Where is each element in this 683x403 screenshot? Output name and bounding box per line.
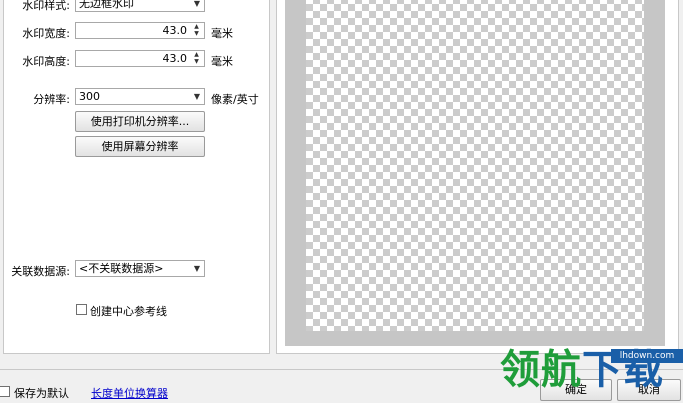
watermark-height-label: 水印高度: <box>22 55 70 68</box>
watermark-style-label: 水印样式: <box>22 0 70 12</box>
use-screen-resolution-button[interactable]: 使用屏幕分辨率 <box>75 136 205 157</box>
watermark-style-select[interactable]: 无边框水印 ▼ <box>75 0 205 12</box>
use-printer-resolution-button[interactable]: 使用打印机分辨率... <box>75 111 205 132</box>
data-source-select[interactable]: <不关联数据源> ▼ <box>75 260 205 277</box>
data-source-value: <不关联数据源> <box>79 262 164 275</box>
data-source-label: 关联数据源: <box>11 265 70 278</box>
watermark-style-value: 无边框水印 <box>79 0 134 10</box>
watermark-width-label: 水印宽度: <box>22 27 70 40</box>
watermark-height-value: 43.0 <box>162 52 188 65</box>
spin-arrows-icon[interactable]: ▲ ▼ <box>192 52 201 65</box>
save-default-checkbox[interactable] <box>0 386 10 397</box>
watermark-green-text: 领航 <box>500 347 582 393</box>
watermark-height-spinner[interactable]: 43.0 ▲ ▼ <box>75 50 205 67</box>
watermark-width-unit: 毫米 <box>211 27 233 40</box>
resolution-unit: 像素/英寸 <box>211 93 259 106</box>
chevron-down-icon: ▼ <box>193 92 200 101</box>
save-default-label: 保存为默认 <box>14 387 69 400</box>
resolution-label: 分辨率: <box>33 93 70 106</box>
chevron-down-icon: ▼ <box>193 0 200 8</box>
resolution-select[interactable]: 300 ▼ <box>75 88 205 105</box>
resolution-value: 300 <box>79 90 100 103</box>
spin-arrows-icon[interactable]: ▲ ▼ <box>192 24 201 37</box>
watermark-height-unit: 毫米 <box>211 55 233 68</box>
transparent-preview-canvas <box>306 0 644 331</box>
watermark-width-value: 43.0 <box>162 24 188 37</box>
chevron-down-icon: ▼ <box>193 264 200 273</box>
center-guides-label: 创建中心参考线 <box>90 305 167 318</box>
unit-calculator-link[interactable]: 长度单位换算器 <box>91 385 168 401</box>
center-guides-checkbox[interactable] <box>76 304 87 315</box>
watermark-url: lhdown.com <box>611 349 683 363</box>
watermark-width-spinner[interactable]: 43.0 ▲ ▼ <box>75 22 205 39</box>
